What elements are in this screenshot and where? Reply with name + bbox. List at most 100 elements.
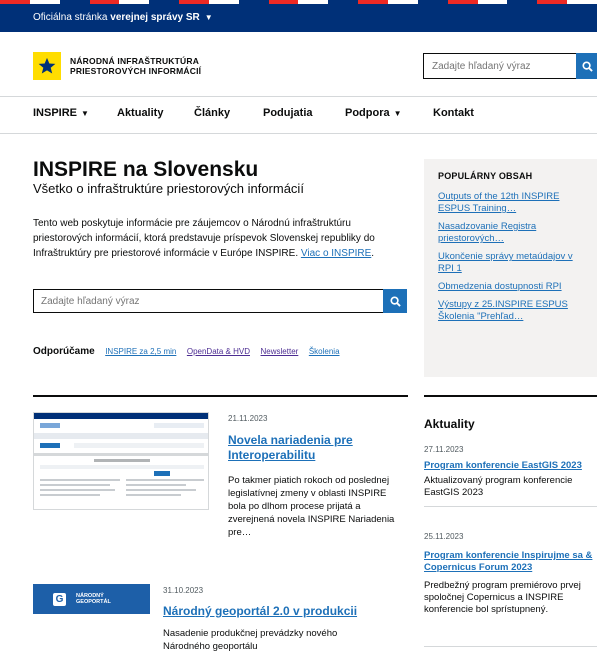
popular-link[interactable]: Obmedzenia dostupnosti RPI bbox=[438, 281, 562, 292]
nav-label: Články bbox=[194, 107, 231, 119]
flag-stripe bbox=[179, 0, 209, 4]
gov-bar-toggle[interactable]: Oficiálna stránka verejnej správy SR ▼ bbox=[33, 12, 213, 23]
flag-stripe bbox=[0, 0, 30, 4]
article-excerpt: Po takmer piatich rokoch od poslednej le… bbox=[228, 475, 395, 538]
recommend-link-newsletter[interactable]: Newsletter bbox=[261, 347, 299, 356]
news-title: Program konferencie EastGIS 2023 bbox=[424, 460, 597, 472]
nav-item-podpora[interactable]: Podpora ▼ bbox=[345, 107, 402, 119]
gov-bar: Oficiálna stránka verejnej správy SR ▼ bbox=[0, 0, 597, 32]
screenshot-thumbnail bbox=[34, 413, 208, 496]
search-icon bbox=[581, 60, 593, 72]
flag-stripe bbox=[358, 0, 388, 4]
hero-description: Tento web poskytuje informácie pre záuje… bbox=[33, 218, 375, 259]
nav-label: Aktuality bbox=[117, 107, 164, 119]
header-divider bbox=[0, 96, 597, 97]
flag-stripe bbox=[238, 0, 269, 4]
header-search-input[interactable] bbox=[424, 54, 576, 78]
flag-stripe bbox=[537, 0, 568, 4]
geoportal-logo-text: NÁRODNÝ GEOPORTÁL bbox=[76, 593, 111, 605]
flag-stripes bbox=[0, 0, 597, 4]
more-about-inspire-link[interactable]: Viac o INSPIRE bbox=[301, 248, 371, 259]
article-thumbnail[interactable] bbox=[33, 412, 209, 510]
article-title-link[interactable]: Novela nariadenia pre Interoperabilitu bbox=[228, 433, 353, 462]
recommendations: Odporúčame INSPIRE za 2,5 min OpenData &… bbox=[33, 346, 348, 357]
news-date: 25.11.2023 bbox=[424, 532, 464, 541]
header-search-button[interactable] bbox=[576, 53, 597, 79]
gov-bar-bold: verejnej správy SR bbox=[110, 12, 200, 23]
news-excerpt: Predbežný program premiérovo prvej spolo… bbox=[424, 580, 581, 615]
nav-item-inspire[interactable]: INSPIRE ▼ bbox=[33, 107, 89, 119]
brand-line-2: PRIESTOROVÝCH INFORMÁCIÍ bbox=[70, 66, 202, 76]
flag-stripe bbox=[477, 0, 508, 4]
news-title-link[interactable]: Program konferencie Inspirujme sa & Cope… bbox=[424, 550, 592, 573]
nav-item-podujatia[interactable]: Podujatia bbox=[263, 107, 313, 119]
popular-heading: POPULÁRNY OBSAH bbox=[438, 171, 533, 181]
popular-list: Outputs of the 12th INSPIRE ESPUS Traini… bbox=[438, 191, 590, 329]
flag-stripe bbox=[29, 0, 60, 4]
flag-stripe bbox=[59, 0, 90, 4]
star-icon bbox=[33, 52, 61, 80]
news-divider bbox=[424, 395, 597, 397]
page-title: INSPIRE na Slovensku bbox=[33, 158, 259, 181]
list-item: Nasadzovanie Registra priestorových… bbox=[438, 221, 590, 245]
flag-stripe bbox=[208, 0, 239, 4]
flag-stripe bbox=[268, 0, 299, 4]
list-item: Obmedzenia dostupnosti RPI bbox=[438, 281, 590, 293]
main-search-input[interactable] bbox=[34, 290, 383, 312]
main-search-button[interactable] bbox=[383, 289, 407, 313]
geoportal-logo-icon: G bbox=[53, 592, 66, 606]
flag-stripe bbox=[298, 0, 329, 4]
header-search bbox=[423, 53, 597, 79]
popular-link[interactable]: Outputs of the 12th INSPIRE ESPUS Traini… bbox=[438, 191, 559, 214]
articles-divider bbox=[33, 395, 408, 397]
popular-link[interactable]: Ukončenie správy metaúdajov v RPI 1 bbox=[438, 251, 573, 274]
news-title: Program konferencie Inspirujme sa & Cope… bbox=[424, 550, 597, 574]
nav-item-kontakt[interactable]: Kontakt bbox=[433, 107, 474, 119]
nav-label: Podpora bbox=[345, 107, 390, 119]
gov-bar-prefix: Oficiálna stránka bbox=[33, 12, 108, 23]
geoportal-line-2: GEOPORTÁL bbox=[76, 599, 111, 605]
article-date: 21.11.2023 bbox=[228, 414, 268, 423]
nav-divider bbox=[0, 133, 597, 134]
caret-down-icon: ▼ bbox=[393, 109, 402, 118]
list-item: Outputs of the 12th INSPIRE ESPUS Traini… bbox=[438, 191, 590, 215]
flag-stripe bbox=[328, 0, 359, 4]
news-divider bbox=[424, 646, 597, 647]
nav-label: Podujatia bbox=[263, 107, 313, 119]
brand-text: NÁRODNÁ INFRAŠTRUKTÚRA PRIESTOROVÝCH INF… bbox=[70, 56, 201, 76]
popular-link[interactable]: Výstupy z 25.INSPIRE ESPUS Školenia "Pre… bbox=[438, 299, 568, 322]
news-title-link[interactable]: Program konferencie EastGIS 2023 bbox=[424, 460, 582, 471]
main-search bbox=[33, 289, 407, 313]
flag-stripe bbox=[447, 0, 478, 4]
flag-stripe bbox=[387, 0, 418, 4]
flag-stripe bbox=[119, 0, 150, 4]
recommend-link-opendata[interactable]: OpenData & HVD bbox=[187, 347, 250, 356]
nav-label: Kontakt bbox=[433, 107, 474, 119]
article-thumbnail[interactable]: G NÁRODNÝ GEOPORTÁL bbox=[33, 584, 150, 614]
page-subtitle: Všetko o infraštruktúre priestorových in… bbox=[33, 181, 304, 196]
news-date: 27.11.2023 bbox=[424, 445, 464, 454]
recommend-link-skolenia[interactable]: Školenia bbox=[309, 347, 340, 356]
site-brand[interactable]: NÁRODNÁ INFRAŠTRUKTÚRA PRIESTOROVÝCH INF… bbox=[33, 52, 201, 80]
list-item: Ukončenie správy metaúdajov v RPI 1 bbox=[438, 251, 590, 275]
article-excerpt: Nasadenie produkčnej prevádzky nového Ná… bbox=[163, 628, 338, 652]
flag-stripe bbox=[417, 0, 448, 4]
nav-label: INSPIRE bbox=[33, 107, 78, 119]
recommend-link-inspire[interactable]: INSPIRE za 2,5 min bbox=[105, 347, 176, 356]
flag-stripe bbox=[507, 0, 538, 4]
caret-down-icon: ▼ bbox=[204, 13, 213, 22]
search-icon bbox=[389, 295, 401, 307]
news-excerpt: Aktualizovaný program konferencie EastGI… bbox=[424, 475, 573, 498]
nav-item-clanky[interactable]: Články bbox=[194, 107, 230, 119]
recommend-label: Odporúčame bbox=[33, 346, 95, 357]
popular-link[interactable]: Nasadzovanie Registra priestorových… bbox=[438, 221, 536, 244]
article-date: 31.10.2023 bbox=[163, 586, 204, 595]
nav-item-aktuality[interactable]: Aktuality bbox=[117, 107, 163, 119]
article-title-link[interactable]: Národný geoportál 2.0 v produkcii bbox=[163, 604, 357, 618]
main-nav: INSPIRE ▼ Aktuality Články Podujatia Podp… bbox=[0, 107, 597, 123]
popular-content-panel: POPULÁRNY OBSAH Outputs of the 12th INSP… bbox=[424, 159, 597, 377]
news-divider bbox=[424, 506, 597, 507]
news-heading: Aktuality bbox=[424, 417, 475, 431]
flag-stripe bbox=[89, 0, 120, 4]
list-item: Výstupy z 25.INSPIRE ESPUS Školenia "Pre… bbox=[438, 299, 590, 323]
